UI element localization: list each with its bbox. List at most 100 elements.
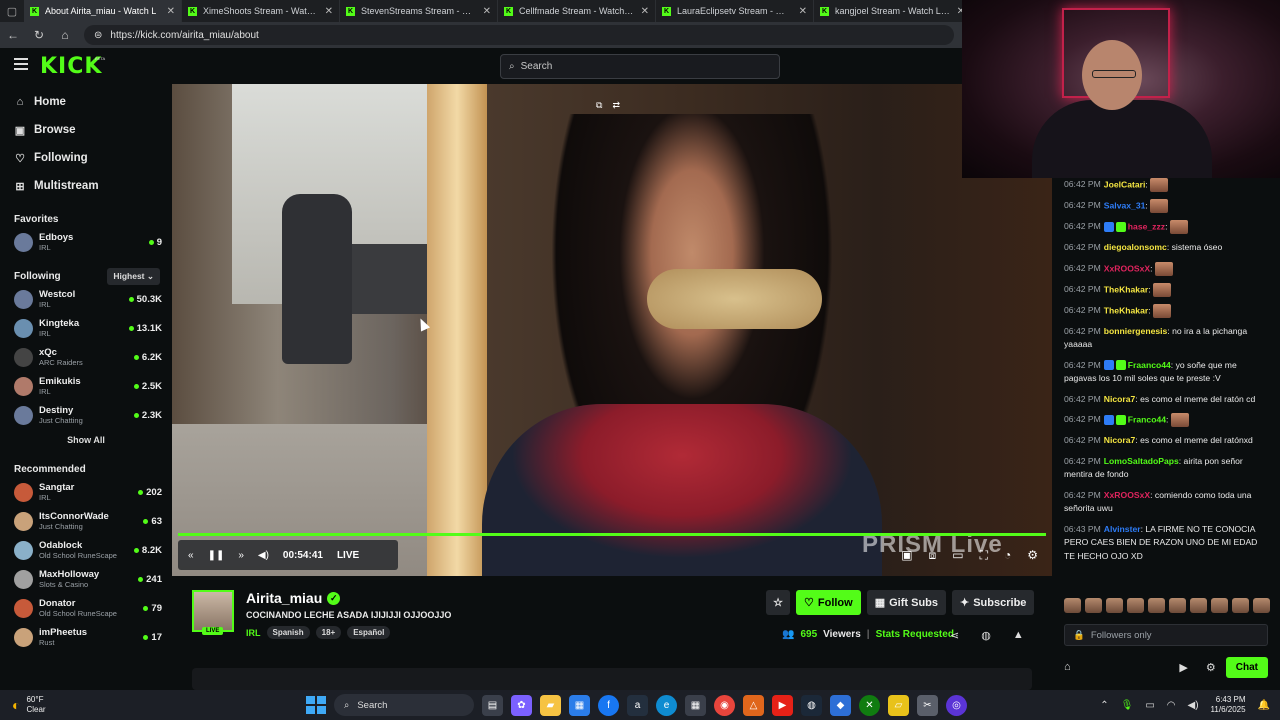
emote-icon[interactable]	[1190, 598, 1207, 613]
rewind-icon[interactable]: «	[188, 550, 194, 561]
kick-emote-icon[interactable]: ▶	[1179, 661, 1187, 674]
browser-tab[interactable]: K Cellfmade Stream - Watch Live o ✕	[498, 0, 656, 22]
clip-icon[interactable]: ⧈	[929, 548, 937, 563]
live-indicator[interactable]: LIVE	[337, 550, 359, 561]
chat-username[interactable]: Alvinster	[1104, 524, 1141, 534]
chat-username[interactable]: TheKhakar	[1104, 284, 1148, 294]
search-input[interactable]: ⌕ Search	[500, 54, 780, 79]
emote-icon[interactable]	[1064, 598, 1081, 613]
amazon-icon[interactable]: a	[627, 694, 648, 716]
close-tab-icon[interactable]: ✕	[641, 6, 649, 17]
back-icon[interactable]: ←	[6, 28, 20, 42]
chat-username[interactable]: Salvax_31	[1104, 200, 1146, 210]
mini-player-icon[interactable]: ▣	[901, 548, 912, 563]
file-explorer-icon[interactable]: ▰	[540, 694, 561, 716]
home-browser-icon[interactable]: ⌂	[58, 28, 72, 42]
sidebar-channel[interactable]: xQc ARC Raiders 6.2K	[0, 343, 172, 372]
vlc-icon[interactable]: △	[743, 694, 764, 716]
sidebar-nav-home[interactable]: ⌂ Home	[0, 88, 172, 116]
close-tab-icon[interactable]: ✕	[483, 6, 491, 17]
chat-settings-icon[interactable]: ⚙	[1206, 661, 1216, 674]
wifi-icon[interactable]: ◠	[1167, 700, 1176, 711]
stats-requested-link[interactable]: Stats Requested	[876, 629, 954, 640]
chat-username[interactable]: bonniergenesis	[1104, 326, 1168, 336]
store-icon[interactable]: ⌂	[1064, 661, 1071, 673]
pause-icon[interactable]: ❚❚	[208, 550, 225, 561]
sidebar-channel[interactable]: Edboys IRL 9	[0, 228, 172, 257]
browser-tab[interactable]: Kkangjoel Stream - Watch Live on✕	[814, 0, 972, 22]
theater-mode-icon[interactable]: ▭	[952, 548, 963, 563]
translate-icon[interactable]: ⇄	[612, 100, 620, 111]
browser-tab[interactable]: K StevenStreams Stream - Watch Li ✕	[340, 0, 498, 22]
chat-username[interactable]: Nicora7	[1104, 394, 1136, 404]
sidebar-channel[interactable]: Destiny Just Chatting 2.3K	[0, 401, 172, 430]
sidebar-channel[interactable]: MaxHolloway Slots & Casino 241	[0, 565, 172, 594]
menu-icon[interactable]	[14, 58, 28, 73]
chat-username[interactable]: Franco44	[1128, 414, 1166, 424]
reload-icon[interactable]: ↻	[32, 28, 46, 42]
browser-tab[interactable]: K XimeShoots Stream - Watch Live ✕	[182, 0, 340, 22]
facebook-icon[interactable]: f	[598, 694, 619, 716]
close-tab-icon[interactable]: ✕	[325, 6, 333, 17]
obs-icon[interactable]: ◎	[946, 694, 967, 716]
sidebar-nav-browse[interactable]: ▣ Browse	[0, 116, 172, 144]
task-view-icon[interactable]: ▤	[482, 694, 503, 716]
window-menu-icon[interactable]: ▢	[0, 0, 24, 22]
chat-username[interactable]: Fraanco44	[1128, 360, 1171, 370]
sidebar-channel[interactable]: imPheetus Rust 17	[0, 623, 172, 652]
category-link[interactable]: IRL	[246, 628, 261, 638]
sidebar-channel[interactable]: Odablock Old School RuneScape 8.2K	[0, 536, 172, 565]
chevron-up-icon[interactable]: ⌃	[1100, 700, 1108, 711]
url-field[interactable]: ⊜ https://kick.com/airita_miau/about	[84, 25, 954, 45]
progress-bar[interactable]	[178, 533, 1046, 536]
gift-subs-button[interactable]: ▦ Gift Subs	[866, 590, 946, 615]
follow-button[interactable]: ♡ Follow	[796, 590, 861, 615]
sidebar-channel[interactable]: Sangtar IRL 202	[0, 478, 172, 507]
chat-username[interactable]: XxROOSxX	[1104, 263, 1150, 273]
picture-in-picture-icon[interactable]: ⧉	[596, 100, 602, 111]
sidebar-channel[interactable]: Donator Old School RuneScape 79	[0, 594, 172, 623]
show-all-button[interactable]: Show All	[0, 430, 172, 450]
star-button[interactable]: ☆	[766, 590, 790, 615]
channel-name[interactable]: Airita_miau ✓	[246, 590, 341, 606]
settings-icon[interactable]: ⚙	[1027, 548, 1038, 563]
chat-username[interactable]: diegoalonsomc	[1104, 242, 1167, 252]
close-tab-icon[interactable]: ✕	[799, 6, 807, 17]
clock[interactable]: 6:43 PM 11/6/2025	[1211, 695, 1246, 715]
chat-input[interactable]: 🔒 Followers only	[1064, 624, 1268, 646]
browser-tab[interactable]: K LauraEclipsetv Stream - Watch L ✕	[656, 0, 814, 22]
youtube-icon[interactable]: ▶	[772, 694, 793, 716]
sidebar-nav-following[interactable]: ♡ Following	[0, 144, 172, 172]
sort-dropdown[interactable]: Highest ⌄	[107, 267, 160, 285]
video-player[interactable]: ⧉ ⇄ PRISM Live « ❚❚ » ◀) 00:54:41 LIVE ▣…	[172, 84, 1052, 576]
emote-icon[interactable]	[1127, 598, 1144, 613]
fullscreen-icon[interactable]: ⛶	[980, 548, 988, 563]
steam-icon[interactable]: ◍	[801, 694, 822, 716]
edge-icon[interactable]: e	[656, 694, 677, 716]
emote-icon[interactable]	[1169, 598, 1186, 613]
emote-icon[interactable]	[1085, 598, 1102, 613]
vpn-icon[interactable]: ◆	[830, 694, 851, 716]
sidebar-channel[interactable]: Emikukis IRL 2.5K	[0, 372, 172, 401]
quality-icon[interactable]: ◔	[1004, 548, 1011, 563]
weather-widget[interactable]: ◐ 60°F Clear	[0, 695, 200, 715]
notifications-icon[interactable]: 🔔	[1258, 700, 1270, 711]
emote-icon[interactable]	[1148, 598, 1165, 613]
chat-send-button[interactable]: Chat	[1225, 656, 1268, 678]
sidebar-channel[interactable]: Westcol IRL 50.3K	[0, 285, 172, 314]
sidebar-nav-multistream[interactable]: ⊞ Multistream	[0, 172, 172, 200]
tag[interactable]: Español	[347, 626, 391, 639]
fast-forward-icon[interactable]: »	[238, 550, 244, 561]
snipping-tool-icon[interactable]: ✂	[917, 694, 938, 716]
share-icon[interactable]: ⋖	[950, 629, 959, 642]
chat-username[interactable]: LomoSaltadoPaps	[1104, 456, 1179, 466]
start-icon[interactable]	[304, 694, 326, 716]
browser-tab[interactable]: K About Airita_miau - Watch L ✕	[24, 0, 182, 22]
tag[interactable]: 18+	[315, 626, 342, 639]
volume-icon[interactable]: ◀)	[258, 550, 269, 561]
emote-icon[interactable]	[1253, 598, 1270, 613]
report-icon[interactable]: ▲	[1013, 629, 1024, 642]
chat-username[interactable]: Nicora7	[1104, 435, 1136, 445]
battery-icon[interactable]: ▭	[1145, 700, 1154, 711]
subscribe-button[interactable]: ✦ Subscribe	[952, 590, 1035, 615]
